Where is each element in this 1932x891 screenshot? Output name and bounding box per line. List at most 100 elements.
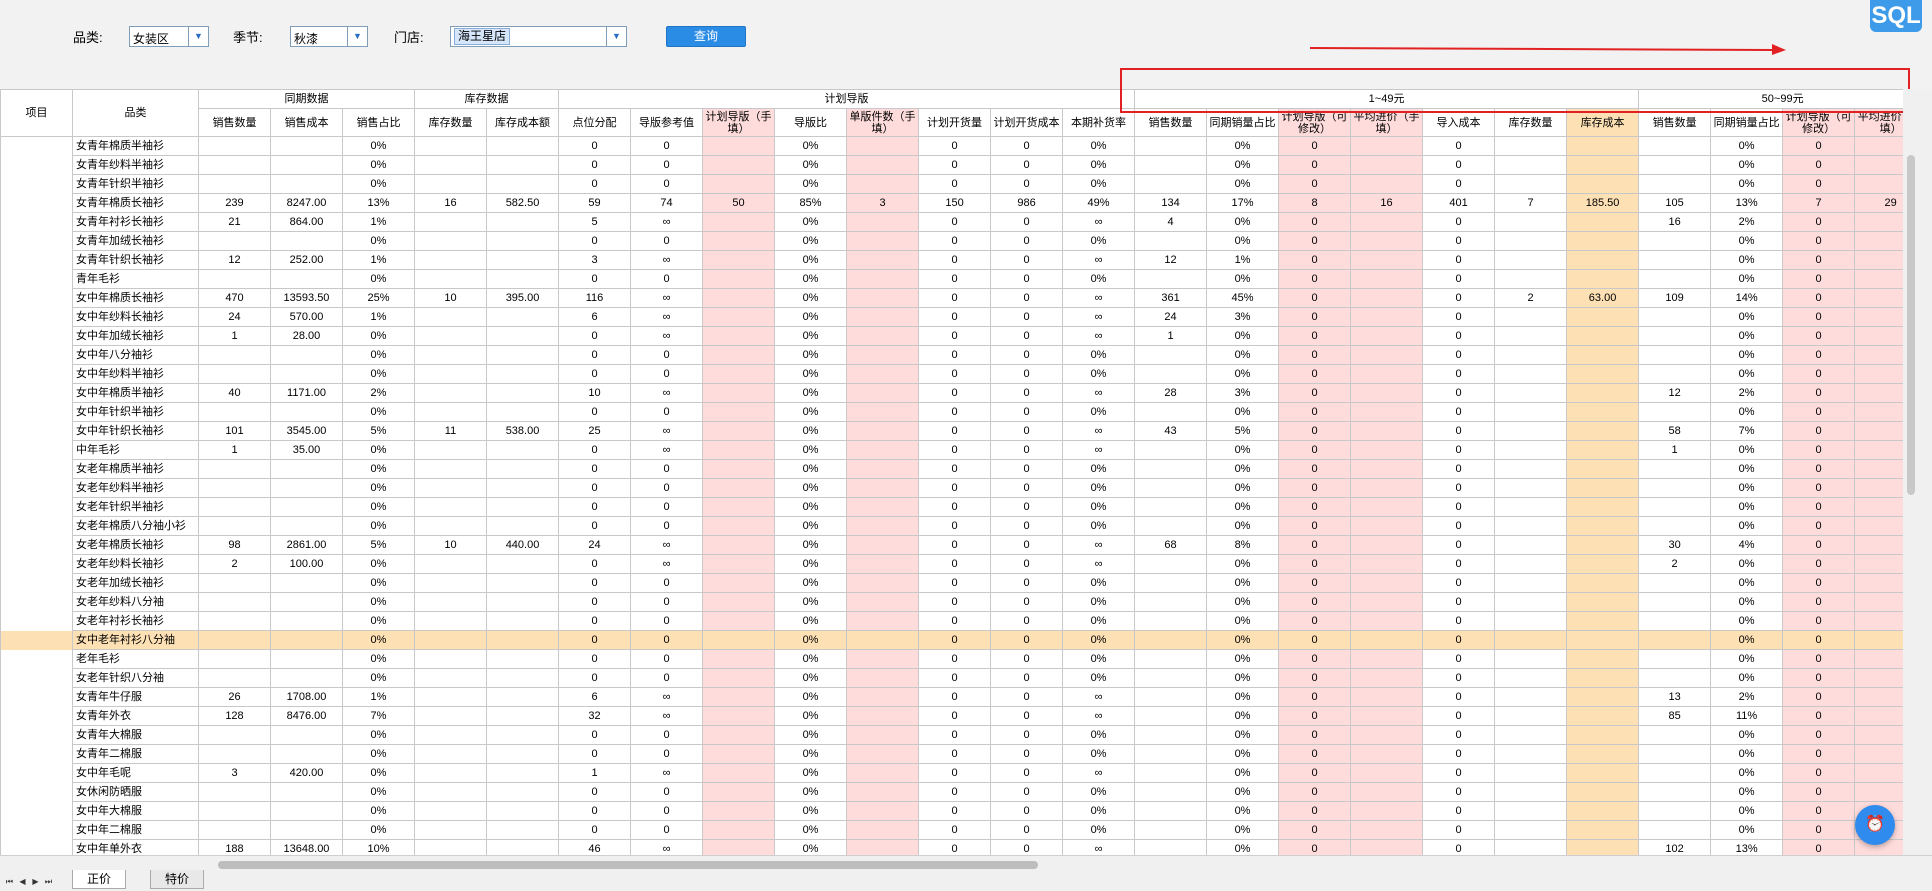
data-cell[interactable] (1854, 782, 1903, 802)
data-cell[interactable]: 0 (1278, 497, 1352, 517)
data-cell[interactable]: 8247.00 (270, 193, 343, 213)
data-cell[interactable] (702, 212, 776, 232)
data-cell[interactable]: 0 (630, 516, 704, 536)
data-cell[interactable]: ∞ (630, 763, 704, 783)
data-cell[interactable]: 12 (1134, 250, 1208, 270)
data-cell[interactable]: 0 (558, 611, 632, 631)
data-cell[interactable] (1854, 288, 1903, 308)
data-cell[interactable] (1350, 535, 1424, 555)
data-cell[interactable]: 13% (1710, 839, 1784, 855)
data-cell[interactable]: 0 (1422, 326, 1496, 346)
data-cell[interactable]: 0 (918, 820, 992, 840)
data-cell[interactable] (1854, 668, 1903, 688)
data-cell[interactable]: 0 (630, 478, 704, 498)
data-cell[interactable] (1638, 364, 1712, 384)
data-cell[interactable] (702, 326, 776, 346)
data-cell[interactable]: 0 (1422, 516, 1496, 536)
data-cell[interactable]: 13% (341, 193, 416, 213)
data-cell[interactable] (1350, 820, 1424, 840)
data-cell[interactable] (486, 630, 560, 650)
data-cell[interactable]: 0% (341, 573, 416, 593)
data-cell[interactable] (270, 402, 343, 422)
data-cell[interactable] (1566, 326, 1640, 346)
data-cell[interactable]: 0 (918, 174, 992, 194)
data-cell[interactable] (1566, 307, 1640, 327)
data-cell[interactable]: 10 (558, 383, 632, 403)
data-cell[interactable] (1134, 763, 1208, 783)
data-cell[interactable] (1638, 345, 1712, 365)
data-cell[interactable]: 0 (918, 497, 992, 517)
data-cell[interactable]: 0 (1278, 820, 1352, 840)
data-cell[interactable]: 0 (990, 592, 1064, 612)
data-cell[interactable]: 0 (918, 326, 992, 346)
data-cell[interactable]: 0 (918, 592, 992, 612)
data-cell[interactable]: 0 (990, 478, 1064, 498)
data-cell[interactable] (1638, 573, 1712, 593)
data-cell[interactable]: 0 (1422, 478, 1496, 498)
data-cell[interactable] (846, 535, 920, 555)
data-cell[interactable] (1854, 459, 1903, 479)
data-cell[interactable]: 0 (918, 212, 992, 232)
data-cell[interactable] (702, 402, 776, 422)
data-cell[interactable] (1854, 706, 1903, 726)
data-cell[interactable]: 0% (1710, 573, 1784, 593)
data-cell[interactable]: 109 (1638, 288, 1712, 308)
data-cell[interactable] (1566, 763, 1640, 783)
data-cell[interactable] (1638, 459, 1712, 479)
data-cell[interactable] (1494, 478, 1568, 498)
data-cell[interactable] (270, 345, 343, 365)
data-cell[interactable] (1494, 573, 1568, 593)
data-cell[interactable] (1494, 383, 1568, 403)
data-cell[interactable] (1494, 706, 1568, 726)
data-cell[interactable] (414, 687, 488, 707)
data-cell[interactable]: 0 (1278, 421, 1352, 441)
data-cell[interactable] (1350, 231, 1424, 251)
data-cell[interactable]: 0 (918, 668, 992, 688)
data-cell[interactable] (1494, 744, 1568, 764)
data-cell[interactable]: 0 (990, 364, 1064, 384)
data-cell[interactable] (1854, 554, 1903, 574)
data-cell[interactable]: 0% (774, 668, 848, 688)
data-cell[interactable] (1638, 592, 1712, 612)
data-cell[interactable]: 0 (1422, 839, 1496, 855)
data-cell[interactable] (414, 573, 488, 593)
data-cell[interactable]: 0% (774, 307, 848, 327)
data-cell[interactable] (1350, 706, 1424, 726)
data-cell[interactable] (846, 421, 920, 441)
data-cell[interactable] (1566, 801, 1640, 821)
data-cell[interactable] (702, 250, 776, 270)
data-cell[interactable]: 0% (1062, 649, 1136, 669)
data-cell[interactable] (1350, 554, 1424, 574)
data-cell[interactable] (414, 668, 488, 688)
data-cell[interactable] (846, 136, 920, 156)
data-cell[interactable]: 0% (1710, 649, 1784, 669)
data-cell[interactable]: 16 (1638, 212, 1712, 232)
data-cell[interactable]: ∞ (1062, 554, 1136, 574)
data-cell[interactable]: 7% (1710, 421, 1784, 441)
data-cell[interactable]: 0% (1062, 725, 1136, 745)
data-cell[interactable]: 2% (1710, 383, 1784, 403)
data-cell[interactable] (270, 174, 343, 194)
data-cell[interactable]: 0 (990, 706, 1064, 726)
data-cell[interactable]: 4 (1134, 212, 1208, 232)
data-cell[interactable]: 0 (990, 820, 1064, 840)
data-cell[interactable]: 0 (558, 269, 632, 289)
data-cell[interactable]: 0 (630, 668, 704, 688)
data-cell[interactable]: 0 (1422, 630, 1496, 650)
data-cell[interactable] (414, 231, 488, 251)
data-cell[interactable] (1494, 535, 1568, 555)
data-cell[interactable] (1494, 516, 1568, 536)
data-cell[interactable]: 0% (1206, 231, 1280, 251)
data-cell[interactable]: 0 (990, 421, 1064, 441)
sheet-tab-zhengjia[interactable]: 正价 (72, 870, 127, 889)
data-cell[interactable] (486, 611, 560, 631)
data-cell[interactable] (702, 592, 776, 612)
data-cell[interactable]: 1708.00 (270, 687, 343, 707)
data-cell[interactable]: 0 (630, 782, 704, 802)
data-cell[interactable] (414, 402, 488, 422)
data-cell[interactable] (1566, 383, 1640, 403)
data-cell[interactable] (1494, 649, 1568, 669)
data-cell[interactable]: 0 (918, 383, 992, 403)
data-cell[interactable]: 0% (1062, 820, 1136, 840)
data-cell[interactable]: 0 (1782, 668, 1856, 688)
